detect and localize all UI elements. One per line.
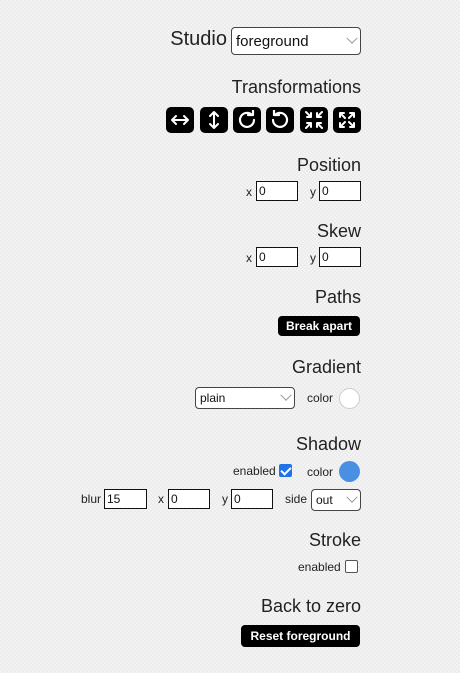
shadow-color-label: color <box>307 465 334 479</box>
shadow-enabled-checkbox[interactable] <box>279 464 292 477</box>
collapse-icon <box>305 111 323 129</box>
shadow-side-label: side <box>285 492 308 506</box>
transformations-title: Transformations <box>231 77 361 97</box>
studio-title: Studio <box>170 28 227 50</box>
skew-x-input[interactable] <box>256 247 298 267</box>
chevron-down-icon <box>346 32 358 44</box>
position-x-label: x <box>246 185 252 199</box>
flip-vertical-button[interactable] <box>200 107 228 133</box>
position-y-label: y <box>310 185 316 199</box>
chevron-down-icon <box>346 491 358 503</box>
shadow-x-label: x <box>158 492 164 506</box>
gradient-color-swatch[interactable] <box>339 388 360 409</box>
shrink-button[interactable] <box>300 107 328 133</box>
shadow-title: Shadow <box>295 434 361 454</box>
flip-horizontal-button[interactable] <box>166 107 194 133</box>
shadow-blur-label: blur <box>81 492 102 506</box>
break-apart-button[interactable]: Break apart <box>278 316 360 336</box>
shadow-blur-input[interactable] <box>104 489 147 509</box>
arrows-vertical-icon <box>209 111 219 129</box>
shadow-side-value: out <box>316 493 333 507</box>
shadow-side-select[interactable]: out <box>311 489 361 511</box>
skew-x-label: x <box>246 251 252 265</box>
layer-select-value: foreground <box>236 32 309 50</box>
gradient-color-label: color <box>307 391 334 405</box>
skew-y-input[interactable] <box>319 247 361 267</box>
rotate-counterclockwise-button[interactable] <box>266 107 294 133</box>
stroke-enabled-label: enabled <box>298 560 341 574</box>
skew-y-label: y <box>310 251 316 265</box>
stroke-title: Stroke <box>308 530 361 550</box>
chevron-down-icon <box>280 389 292 401</box>
reset-title: Back to zero <box>260 596 361 616</box>
arrows-horizontal-icon <box>171 115 189 125</box>
skew-title: Skew <box>316 221 361 241</box>
expand-icon <box>339 112 355 128</box>
reset-foreground-button[interactable]: Reset foreground <box>241 625 360 647</box>
gradient-type-value: plain <box>200 391 226 405</box>
position-y-input[interactable] <box>319 181 361 201</box>
rotate-ccw-icon <box>271 110 289 128</box>
paths-title: Paths <box>314 287 361 307</box>
position-title: Position <box>296 155 361 175</box>
shadow-color-swatch[interactable] <box>339 461 360 482</box>
position-x-input[interactable] <box>256 181 298 201</box>
rotate-cw-icon <box>238 110 256 128</box>
expand-button[interactable] <box>333 107 361 133</box>
shadow-y-label: y <box>222 492 228 506</box>
rotate-clockwise-button[interactable] <box>233 107 261 133</box>
shadow-enabled-label: enabled <box>233 464 276 478</box>
shadow-y-input[interactable] <box>231 489 273 509</box>
gradient-title: Gradient <box>291 357 361 377</box>
layer-select[interactable]: foreground <box>231 27 361 55</box>
gradient-type-select[interactable]: plain <box>195 387 295 409</box>
shadow-x-input[interactable] <box>168 489 210 509</box>
stroke-enabled-checkbox[interactable] <box>345 560 358 573</box>
